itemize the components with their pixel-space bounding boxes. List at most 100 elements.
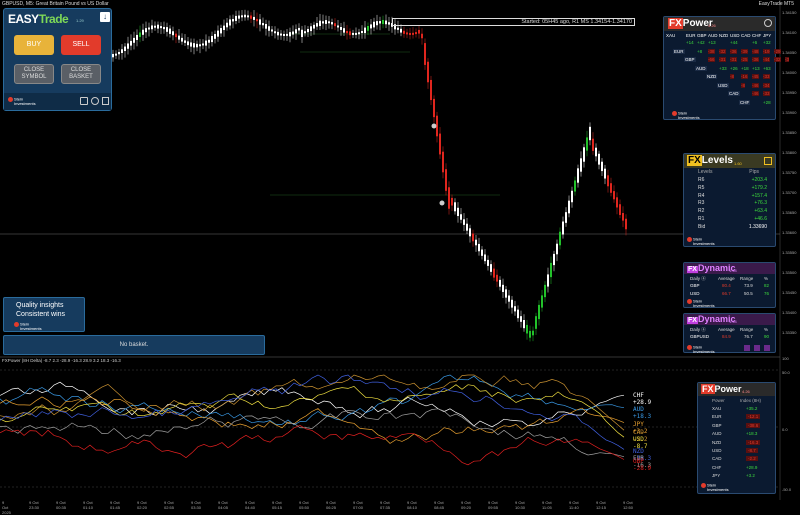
candle-body (466, 223, 468, 231)
chart-icon[interactable] (744, 345, 750, 351)
candle-body (583, 147, 585, 162)
quality-line2: Consistent wins (16, 311, 66, 318)
level-row-bid: Bid 1.33690 (684, 224, 775, 232)
candle-body (490, 264, 492, 272)
price-tick: 1.33550 (782, 250, 797, 255)
matrix-cell: +28 (763, 99, 771, 105)
level-pips: +46.6 (754, 216, 767, 222)
candle-body (559, 231, 561, 246)
settings-icon[interactable] (764, 345, 770, 351)
col-power: Power (712, 398, 725, 403)
matrix-cell: +26 (730, 65, 738, 71)
matrix-cell: -29 (774, 48, 781, 54)
gear-icon[interactable] (764, 19, 772, 27)
candle-body (508, 295, 510, 302)
matrix-cell: -45 (752, 74, 759, 79)
candle-body (292, 31, 294, 35)
time-tick: 9 Oct 09:20 (461, 500, 472, 510)
candle-body (538, 304, 540, 320)
menu-icon[interactable] (764, 157, 772, 165)
sell-button[interactable]: SELL (61, 35, 101, 55)
candle-body (352, 32, 354, 35)
candle-body (607, 175, 609, 187)
candle-body (577, 168, 579, 183)
fxpower-index-version: 4.26 (742, 389, 750, 394)
matrix-cell: -36 (752, 57, 759, 62)
help-icon[interactable] (91, 97, 99, 105)
matrix-cell: -66 (708, 57, 715, 62)
title-fx: FX (687, 266, 698, 273)
time-tick: 9 Oct 06:25 (326, 500, 337, 510)
time-tick: 9 Oct 05:50 (299, 500, 310, 510)
candle-body (400, 28, 402, 33)
matrix-cell: +63 (763, 65, 771, 71)
expand-icon[interactable] (754, 345, 760, 351)
candle-body (520, 316, 522, 322)
brand-line2: Investments (14, 101, 36, 106)
time-tick: 9 Oct 07:35 (380, 500, 391, 510)
stein-logo: Stein Investments (8, 97, 36, 106)
stein-logo-icon (687, 345, 692, 350)
camera-icon[interactable] (80, 97, 88, 105)
time-tick: 9 Oct 08:45 (434, 500, 445, 510)
index-row-eur: EUR -12.1 (698, 414, 775, 422)
candle-body (244, 14, 246, 18)
matrix-cell: -3 (785, 57, 790, 62)
index-name: NZD (712, 439, 722, 445)
brand-line2: Investments (693, 241, 715, 246)
candle-body (253, 16, 255, 20)
time-tick: 9 Oct 23:30 (29, 500, 40, 510)
candle-body (556, 243, 558, 255)
candle-body (184, 40, 186, 43)
candle-body (331, 22, 333, 25)
buy-button[interactable]: BUY (14, 35, 54, 55)
col-levels: Levels (698, 169, 713, 175)
candle-body (439, 133, 441, 155)
close-basket-button[interactable]: CLOSE BASKET (61, 64, 101, 84)
index-row-aud: AUD +18.3 (698, 431, 775, 439)
document-icon[interactable] (102, 97, 109, 105)
index-col-header: Power Index (8H) (698, 398, 775, 406)
logo-easy: EASY (8, 12, 39, 26)
candle-body (562, 221, 564, 235)
stein-logo-icon (687, 237, 692, 242)
basket-status: No basket. (119, 342, 149, 348)
candle-body (496, 274, 498, 282)
candle-body (367, 25, 369, 31)
matrix-cell: -34 (763, 82, 770, 88)
candle-body (370, 24, 372, 29)
matrix-col-aud: AUD (708, 33, 718, 38)
candle-body (427, 61, 429, 83)
candle-body (514, 306, 516, 312)
close-symbol-button[interactable]: CLOSE SYMBOL (14, 64, 54, 84)
time-tick: 9 Oct 11:05 (542, 500, 552, 510)
matrix-cell: +32 (763, 40, 771, 45)
brand-line2: Investments (20, 326, 42, 331)
level-pips: +157.4 (751, 192, 767, 199)
dynamic-row-average: 80.4 (722, 283, 731, 288)
chart-title: GBPUSD, M5: Great Britain Pound vs US Do… (2, 1, 109, 7)
level-pips: +179.2 (751, 184, 767, 191)
candle-body (334, 23, 336, 27)
fxlevels-header: FXLevels 1.60 (684, 154, 775, 168)
collapse-icon[interactable]: ↓ (100, 12, 110, 22)
fxlevels-panel: FXLevels 1.60 Levels Pips R6 +203.4 R5 +179.… (683, 153, 776, 247)
matrix-col-nzd: NZD (719, 33, 729, 38)
price-tick: 1.33450 (782, 290, 797, 295)
candle-body (469, 228, 471, 237)
title-fx: FX (687, 155, 702, 166)
candle-body (220, 28, 222, 34)
candle-body (316, 23, 318, 27)
matrix-cell: -31 (730, 57, 737, 62)
stein-logo-icon (687, 299, 692, 304)
logo-trade: Trade (38, 12, 69, 26)
level-name: R2 (698, 208, 705, 215)
candle-body (463, 219, 465, 225)
candle-body (397, 27, 399, 30)
stein-logo: Stein Investments (701, 483, 729, 492)
candle-body (226, 22, 228, 28)
candle-body (277, 31, 279, 36)
candle-body (340, 26, 342, 30)
candle-body (586, 137, 588, 151)
price-tick: 1.33400 (782, 310, 797, 315)
